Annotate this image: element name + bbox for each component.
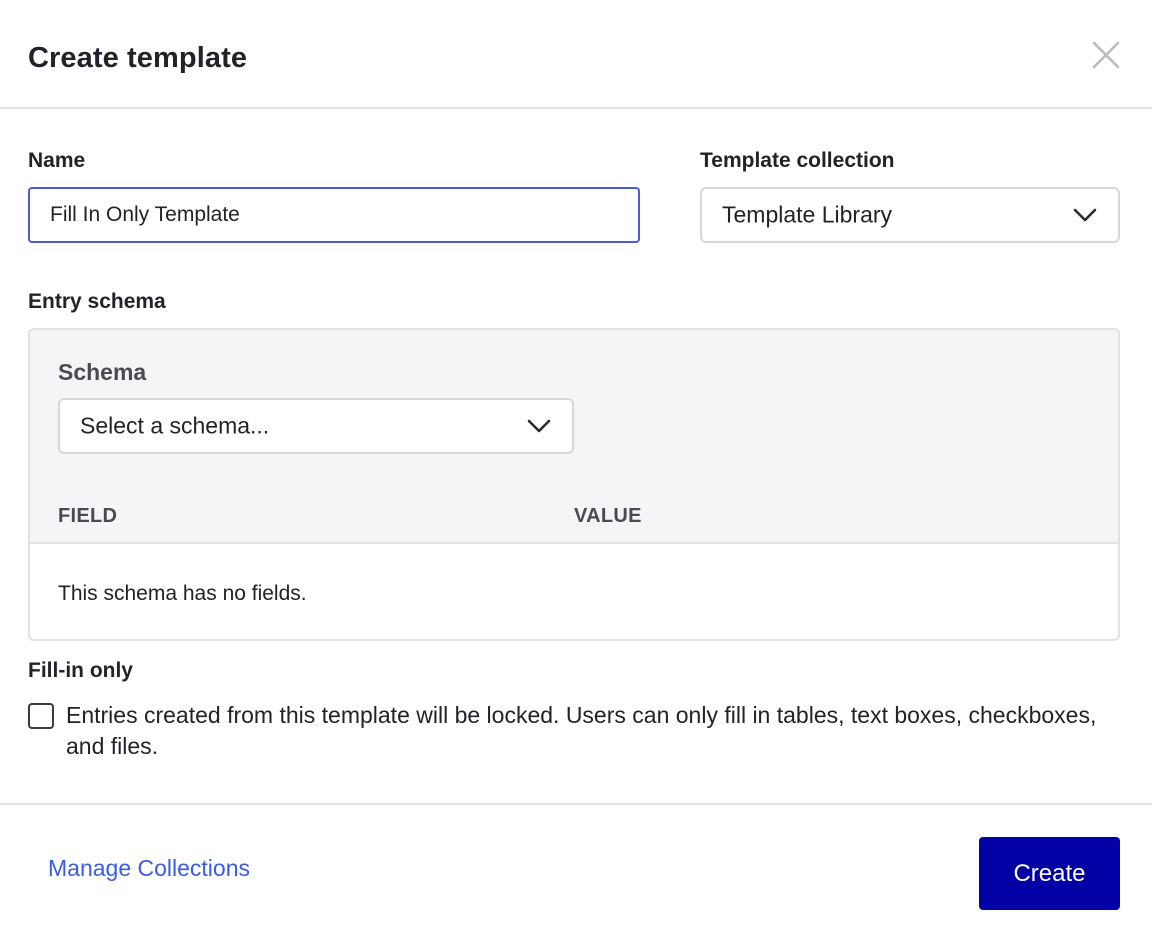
create-button[interactable]: Create [979,837,1120,910]
schema-label: Schema [58,359,147,385]
entry-schema-panel: Schema Select a schema... FIELD VALUE Th… [28,328,1120,641]
close-icon [1092,41,1120,69]
fill-in-only-description: Entries created from this template will … [66,702,1097,759]
schema-select[interactable]: Select a schema... [58,398,574,454]
name-input[interactable] [28,187,640,243]
dialog-header: Create template [0,0,1152,109]
column-header-field: FIELD [58,505,118,527]
chevron-down-icon [527,419,551,433]
name-label: Name [28,149,86,172]
fill-in-only-checkbox[interactable] [28,703,54,729]
template-collection-value: Template Library [722,201,893,228]
chevron-down-icon [1073,208,1097,222]
schema-select-placeholder: Select a schema... [80,412,270,439]
schema-panel-header: Schema Select a schema... FIELD VALUE [30,330,1118,544]
create-template-dialog: Create template Name Template collection… [0,0,1152,940]
empty-schema-message: This schema has no fields. [58,582,307,605]
close-button[interactable] [1088,37,1124,73]
entry-schema-label: Entry schema [28,290,166,313]
manage-collections-link[interactable]: Manage Collections [48,855,250,882]
dialog-title: Create template [28,42,248,74]
template-collection-select[interactable]: Template Library [700,187,1120,243]
dialog-footer: Manage Collections Create [0,803,1152,940]
column-header-value: VALUE [574,505,642,527]
fill-in-only-label: Fill-in only [28,659,133,682]
template-collection-label: Template collection [700,149,895,172]
